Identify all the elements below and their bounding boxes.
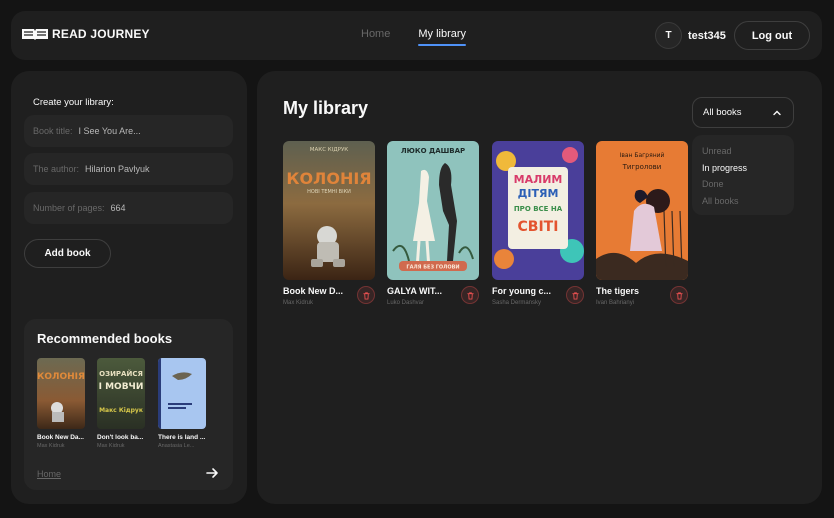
avatar[interactable]: T [655,22,682,49]
delete-book-button[interactable] [357,286,375,304]
delete-book-button[interactable] [566,286,584,304]
form-title: Create your library: [33,97,114,108]
trash-icon [675,291,683,300]
field-label: The author: [33,164,80,174]
book-cover[interactable]: МАЛИМ ДІТЯМ ПРО ВСЕ НА СВІТІ [492,141,584,280]
main-nav: Home My library [361,28,466,46]
book-cover[interactable]: КОЛОНІЯ [37,358,85,429]
cover-author: МАКС КІДРУК [310,147,348,153]
delete-book-button[interactable] [670,286,688,304]
logout-button[interactable]: Log out [734,21,810,50]
arrow-right-icon[interactable] [205,466,219,480]
cover-title: І МОВЧИ [99,382,144,392]
book-info: Book New D... Max Kidruk [283,286,375,310]
library-book[interactable]: МАКС КІДРУК КОЛОНІЯ НОВІ ТЕМНІ ВІКИ Book… [283,141,375,310]
book-title-field[interactable]: Book title: I See You Are... [24,115,233,147]
book-cover[interactable] [158,358,206,429]
cover-title: ПРО ВСЕ НА [514,205,563,213]
logo[interactable]: READ JOURNEY [21,27,150,41]
sidebar: Create your library: Book title: I See Y… [11,71,247,504]
recommended-book-title: Book New Da... [37,434,84,441]
recommended-book-title: There is land ... [158,434,206,441]
book-cover[interactable]: Іван Багряний Тигролови [596,141,688,280]
filter-option-in-progress[interactable]: In progress [702,160,784,177]
book-title: For young c... [492,286,552,296]
cover-author: ЛЮКО ДАШВАР [401,147,465,155]
field-value: I See You Are... [78,126,141,136]
library-book[interactable]: Іван Багряний Тигролови The tigers Ivan … [596,141,688,310]
pages-field[interactable]: Number of pages: 664 [24,192,233,224]
trash-icon [571,291,579,300]
library-book[interactable]: ЛЮКО ДАШВАР ГАЛЯ БЕЗ ГОЛОВИ GALYA WIT...… [387,141,479,310]
filter-option-unread[interactable]: Unread [702,143,784,160]
trash-icon [362,291,370,300]
recommended-books: Recommended books КОЛОНІЯ Book New Da...… [24,319,233,490]
field-label: Number of pages: [33,203,105,213]
library-panel: My library All books Unread In progress … [257,71,822,504]
recommended-book-author: Max Kidruk [97,443,125,449]
cover-author: Іван Багряний [620,152,665,159]
cover-author: Макс Кідрук [99,407,143,414]
delete-book-button[interactable] [461,286,479,304]
recommended-book-author: Max Kidruk [37,443,65,449]
recommended-book[interactable]: КОЛОНІЯ Book New Da... Max Kidruk [37,358,85,449]
book-cover[interactable]: ОЗИРАЙСЯ І МОВЧИ Макс Кідрук [97,358,145,429]
filter-option-all-books[interactable]: All books [702,193,784,210]
book-info: For young c... Sasha Dermansky [492,286,584,310]
cover-title: Тигролови [622,163,662,171]
book-title: GALYA WIT... [387,286,443,296]
recommended-book[interactable]: There is land ... Anastasia Le... [158,358,206,449]
username: test345 [688,29,726,42]
cover-title: МАЛИМ [514,173,563,186]
book-title: The tigers [596,286,640,296]
library-book[interactable]: МАЛИМ ДІТЯМ ПРО ВСЕ НА СВІТІ For young c… [492,141,584,310]
book-cover[interactable]: ЛЮКО ДАШВАР ГАЛЯ БЕЗ ГОЛОВИ [387,141,479,280]
status-filter-dropdown: Unread In progress Done All books [692,135,794,215]
trash-icon [466,291,474,300]
chevron-up-icon [773,110,781,116]
cover-title: ОЗИРАЙСЯ [99,369,143,378]
cover-title: ГАЛЯ БЕЗ ГОЛОВИ [406,265,459,271]
page-title: My library [283,98,369,118]
select-value: All books [703,107,742,118]
field-label: Book title: [33,126,73,136]
status-filter-select[interactable]: All books [692,97,794,128]
book-info: The tigers Ivan Bahrianyi [596,286,688,310]
cover-subtitle: НОВІ ТЕМНІ ВІКИ [307,189,351,195]
field-value: 664 [110,203,126,213]
nav-my-library[interactable]: My library [418,28,466,46]
nav-home[interactable]: Home [361,28,390,40]
recommended-title: Recommended books [37,331,173,346]
cover-title: КОЛОНІЯ [286,169,371,188]
recommended-book-title: Don't look ba... [97,434,144,441]
cover-title: СВІТІ [518,219,559,235]
field-value: Hilarion Pavlyuk [85,164,150,174]
cover-title: ДІТЯМ [518,187,559,200]
book-info: GALYA WIT... Luko Dashvar [387,286,479,310]
logo-text: READ JOURNEY [52,27,150,41]
recommended-book[interactable]: ОЗИРАЙСЯ І МОВЧИ Макс Кідрук Don't look … [97,358,145,449]
cover-title: КОЛОНІЯ [37,372,85,382]
book-logo-icon [21,27,49,41]
recommended-book-author: Anastasia Le... [158,443,195,449]
home-link[interactable]: Home [37,469,61,479]
book-cover[interactable]: МАКС КІДРУК КОЛОНІЯ НОВІ ТЕМНІ ВІКИ [283,141,375,280]
header: READ JOURNEY Home My library T test345 L… [11,11,822,60]
filter-option-done[interactable]: Done [702,176,784,193]
book-title: Book New D... [283,286,344,296]
author-field[interactable]: The author: Hilarion Pavlyuk [24,153,233,185]
add-book-button[interactable]: Add book [24,239,111,268]
user-info: T test345 [655,22,726,49]
